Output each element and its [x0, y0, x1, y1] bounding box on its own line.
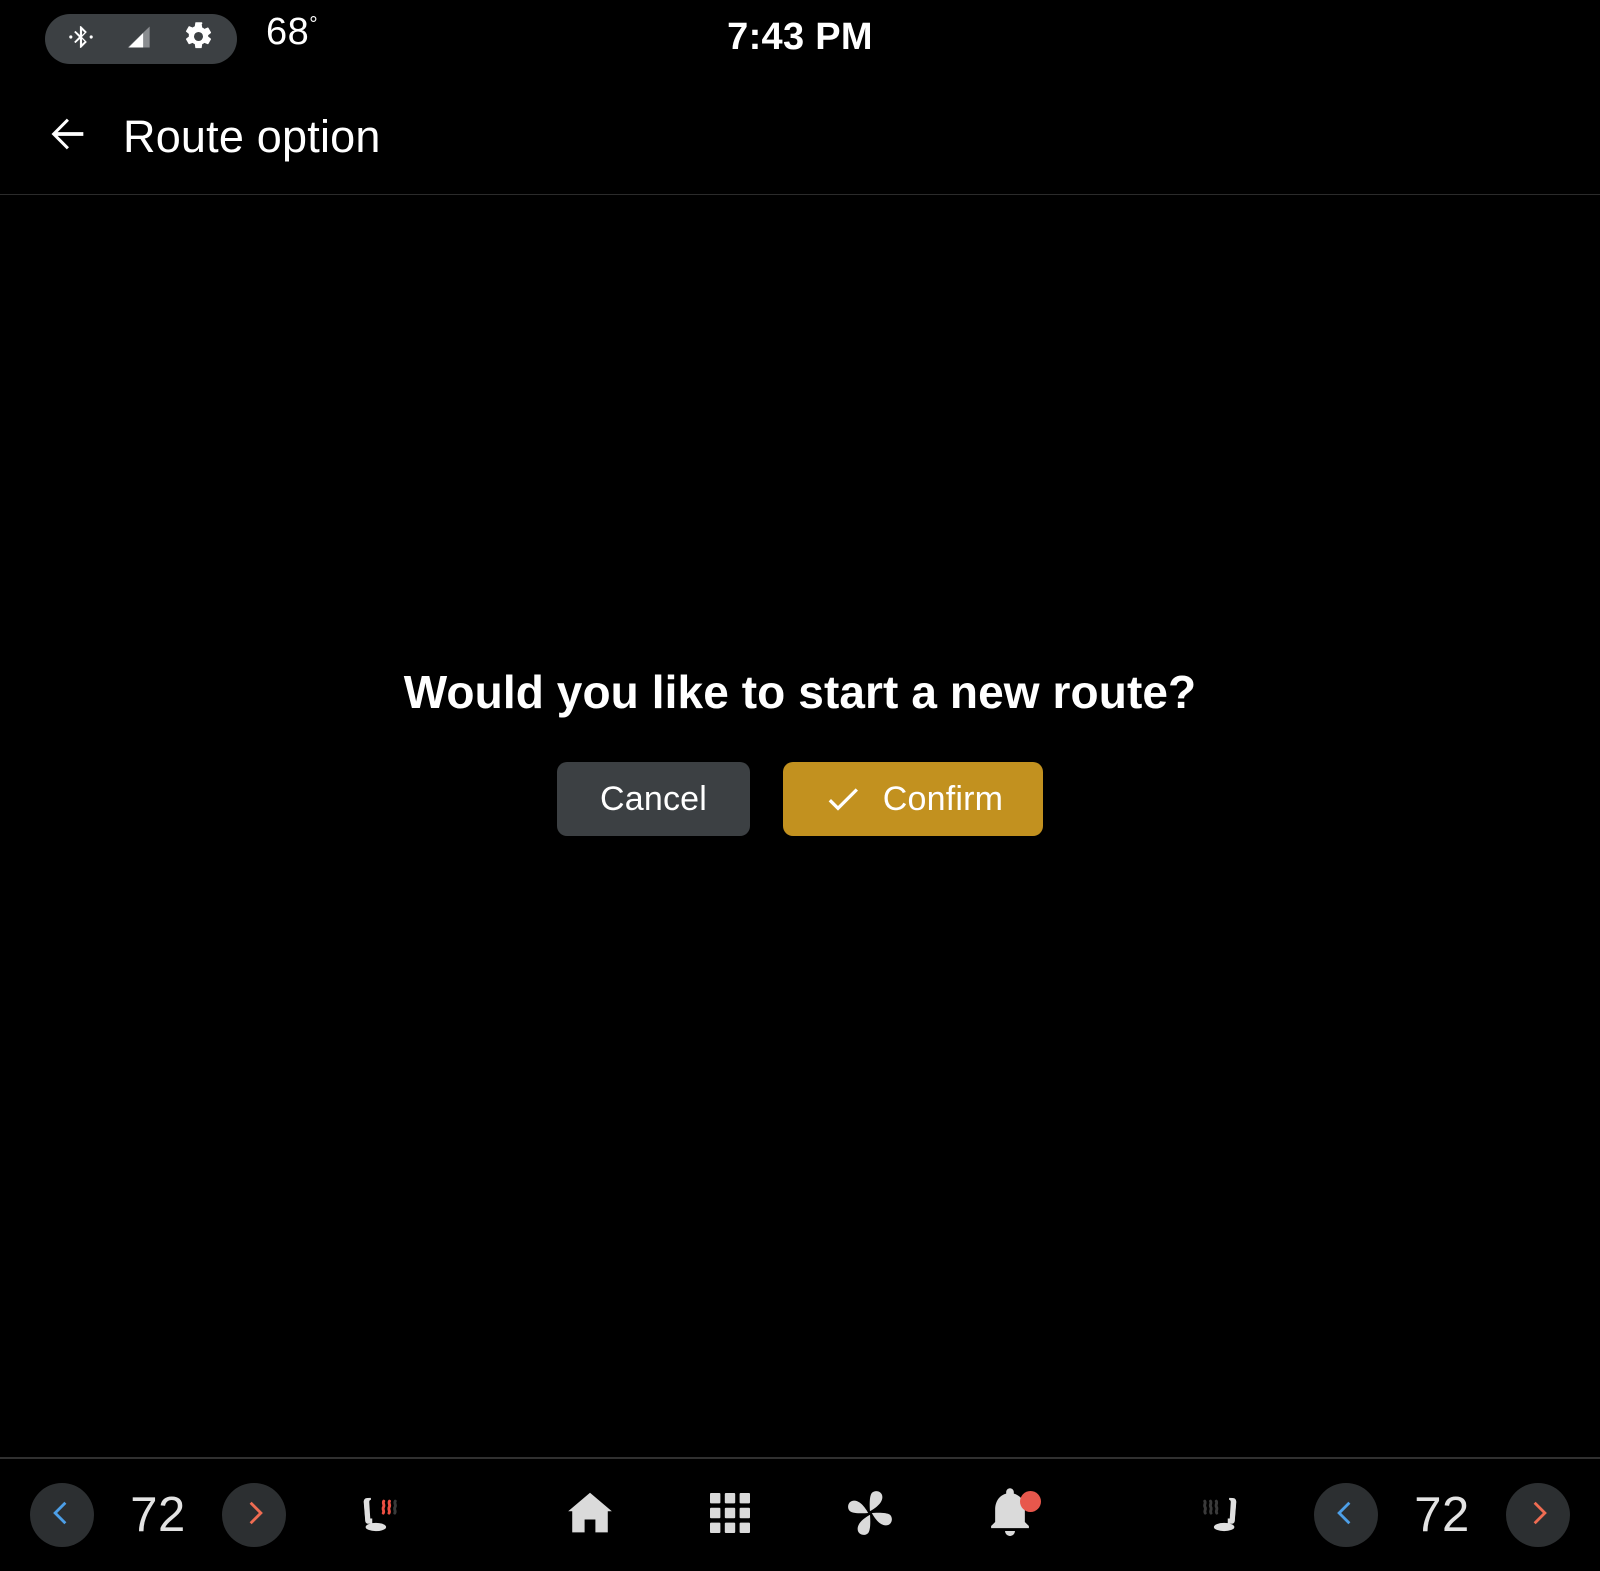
- chevron-left-icon: [47, 1498, 77, 1533]
- nav-climate-button[interactable]: [830, 1475, 910, 1555]
- driver-heated-seat-button[interactable]: [338, 1475, 418, 1555]
- notification-badge: [1020, 1491, 1041, 1512]
- dialog-actions: Cancel Confirm: [0, 762, 1600, 837]
- nav-apps-button[interactable]: [690, 1475, 770, 1555]
- content-area: Would you like to start a new route? Can…: [0, 195, 1600, 1458]
- dialog-message: Would you like to start a new route?: [403, 666, 1197, 718]
- confirm-button[interactable]: Confirm: [783, 762, 1043, 837]
- fan-icon: [842, 1485, 898, 1546]
- new-route-dialog: Would you like to start a new route? Can…: [0, 665, 1600, 837]
- heated-seat-icon: [1192, 1483, 1252, 1548]
- nav-home-button[interactable]: [550, 1475, 630, 1555]
- driver-temperature-value: 72: [130, 1488, 186, 1542]
- confirm-button-label: Confirm: [882, 779, 1004, 818]
- page-title: Route option: [123, 110, 381, 162]
- chevron-right-icon: [239, 1498, 269, 1533]
- status-bar: 68° 7:43 PM: [0, 0, 1600, 78]
- back-button[interactable]: [40, 109, 96, 165]
- heated-seat-icon: [348, 1483, 408, 1548]
- apps-grid-icon: [706, 1489, 754, 1542]
- home-icon: [563, 1486, 617, 1545]
- car-infotainment-screen: 68° 7:43 PM Route option Would you like …: [0, 0, 1600, 1571]
- bottom-nav-bar: 72 72: [0, 1459, 1600, 1571]
- back-arrow-icon: [45, 111, 91, 162]
- passenger-temperature-value: 72: [1414, 1488, 1470, 1542]
- passenger-temp-decrease-button[interactable]: [1314, 1483, 1378, 1547]
- driver-temp-increase-button[interactable]: [222, 1483, 286, 1547]
- app-header: Route option: [0, 78, 1600, 195]
- check-icon: [823, 779, 863, 819]
- nav-notifications-button[interactable]: [970, 1475, 1050, 1555]
- passenger-temp-increase-button[interactable]: [1506, 1483, 1570, 1547]
- chevron-left-icon: [1331, 1498, 1361, 1533]
- climate-cluster-passenger: 72: [1182, 1459, 1570, 1571]
- climate-cluster-driver: 72: [30, 1459, 418, 1571]
- cancel-button[interactable]: Cancel: [557, 762, 750, 837]
- chevron-right-icon: [1523, 1498, 1553, 1533]
- driver-temp-decrease-button[interactable]: [30, 1483, 94, 1547]
- passenger-heated-seat-button[interactable]: [1182, 1475, 1262, 1555]
- status-clock: 7:43 PM: [727, 16, 873, 58]
